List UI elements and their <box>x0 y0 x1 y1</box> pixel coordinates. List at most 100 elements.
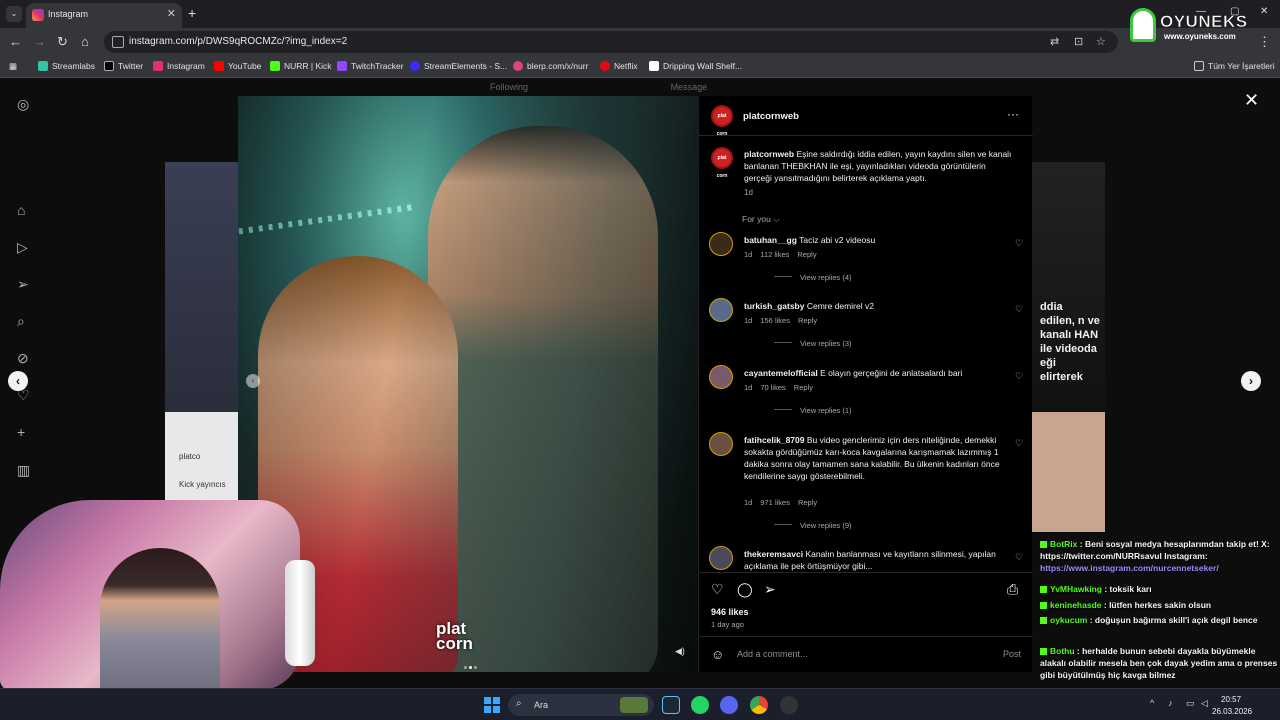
comment-username[interactable]: thekeremsavci <box>744 549 803 559</box>
author-avatar[interactable]: plat corn <box>711 105 733 137</box>
view-replies-button[interactable]: View replies (3) <box>774 339 852 348</box>
comment-avatar[interactable] <box>709 432 733 456</box>
comment-icon[interactable]: ◯ <box>737 581 753 598</box>
bookmark-streamlabs[interactable]: Streamlabs <box>38 61 95 71</box>
translate-icon[interactable]: ⇄ <box>1050 35 1059 48</box>
emoji-icon[interactable]: ☺ <box>711 647 724 662</box>
tray-network-icon[interactable]: ▭ <box>1186 698 1195 709</box>
chat-link[interactable]: https://www.instagram.com/nurcennetseker… <box>1040 563 1219 573</box>
bookmark-dripping-wall-shelf[interactable]: Dripping Wall Shelf... <box>649 61 742 71</box>
comment-reply-button[interactable]: Reply <box>794 383 813 392</box>
taskbar-search[interactable]: ⌕ Ara <box>508 694 654 716</box>
comment-avatar[interactable] <box>709 546 733 570</box>
comment-username[interactable]: cayantemelofficial <box>744 368 818 378</box>
create-nav-icon[interactable]: + <box>17 424 25 440</box>
comment-username[interactable]: batuhan__gg <box>744 235 797 245</box>
save-icon[interactable]: ⎙ <box>1007 581 1018 598</box>
tray-volume-icon[interactable]: ◁ <box>1201 698 1208 709</box>
comment-reply-button[interactable]: Reply <box>797 250 816 259</box>
reels-nav-icon[interactable]: ▷ <box>17 239 28 256</box>
address-bar[interactable]: instagram.com/p/DWS9qROCMZc/?img_index=2… <box>104 31 1118 53</box>
chat-username[interactable]: Bothu <box>1050 646 1075 656</box>
messages-nav-icon[interactable]: ➢ <box>17 276 29 293</box>
bookmark-kick[interactable]: NURR | Kick <box>270 61 332 71</box>
comment-avatar[interactable] <box>709 298 733 322</box>
comment-username[interactable]: turkish_gatsby <box>744 301 804 311</box>
apps-grid-icon[interactable]: ▦ <box>9 61 17 72</box>
chat-username[interactable]: YvMHawking <box>1050 584 1102 594</box>
post-comment-button[interactable]: Post <box>1003 649 1021 659</box>
whatsapp-icon[interactable] <box>691 696 709 714</box>
bookmark-youtube[interactable]: YouTube <box>214 61 261 71</box>
caption-username[interactable]: platcornweb <box>744 149 794 159</box>
comment-input[interactable]: Add a comment... <box>737 649 808 659</box>
likes-count[interactable]: 946 likes <box>711 607 749 617</box>
tray-chevron-icon[interactable]: ^ <box>1150 698 1154 708</box>
more-options-icon[interactable]: ··· <box>1007 107 1019 121</box>
search-nav-icon[interactable]: ⌕ <box>17 313 25 330</box>
tab-close-icon[interactable]: ✕ <box>167 7 176 20</box>
reload-icon[interactable]: ↻ <box>57 34 68 50</box>
site-info-icon[interactable] <box>112 36 124 48</box>
chat-username[interactable]: keninehаsde <box>1050 600 1102 610</box>
author-username[interactable]: platcornweb <box>743 111 799 122</box>
bookmark-streamelements[interactable]: StreamElements - S... <box>410 61 507 71</box>
address-url[interactable]: instagram.com/p/DWS9qROCMZc/?img_index=2 <box>129 36 347 47</box>
window-close-icon[interactable]: ✕ <box>1260 6 1268 17</box>
bookmark-star-icon[interactable]: ☆ <box>1096 35 1106 48</box>
comment-reply-button[interactable]: Reply <box>798 498 817 507</box>
windows-start-icon[interactable] <box>484 697 500 713</box>
home-icon[interactable]: ⌂ <box>81 34 89 50</box>
comment-avatar[interactable] <box>709 232 733 256</box>
comment-like-icon[interactable]: ♡ <box>1015 238 1023 249</box>
tab-search-button[interactable]: ⌄ <box>6 6 22 22</box>
comment-likes[interactable]: 156 likes <box>760 316 790 325</box>
view-replies-button[interactable]: View replies (9) <box>774 521 852 530</box>
bookmark-twitchtracker[interactable]: TwitchTracker <box>337 61 404 71</box>
comment-reply-button[interactable]: Reply <box>798 316 817 325</box>
obs-icon[interactable] <box>780 696 798 714</box>
dashboard-nav-icon[interactable]: ▥ <box>17 462 30 479</box>
bookmark-twitter[interactable]: Twitter <box>104 61 143 71</box>
all-bookmarks[interactable]: Tüm Yer İşaretleri <box>1194 61 1275 71</box>
media-prev-icon[interactable]: ‹ <box>246 374 260 388</box>
chrome-icon[interactable] <box>750 696 768 714</box>
new-tab-button[interactable]: + <box>188 6 196 20</box>
comment-like-icon[interactable]: ♡ <box>1015 552 1023 563</box>
bookmark-netflix[interactable]: Netflix <box>600 61 638 71</box>
forward-icon[interactable]: → <box>33 34 46 50</box>
instagram-logo-icon[interactable]: ◎ <box>17 96 29 113</box>
tray-mic-icon[interactable]: ♪ <box>1168 698 1173 708</box>
comment-like-icon[interactable]: ♡ <box>1015 371 1023 382</box>
browser-menu-icon[interactable]: ⋮ <box>1258 34 1271 50</box>
comment-likes[interactable]: 112 likes <box>760 250 789 259</box>
bookmark-blerp[interactable]: blerp.com/x/nurr <box>513 61 588 71</box>
install-icon[interactable]: ⊡ <box>1074 35 1083 48</box>
next-post-arrow-icon[interactable]: › <box>1241 371 1261 391</box>
chat-username[interactable]: BotRix <box>1050 539 1077 549</box>
comment-likes[interactable]: 70 likes <box>760 383 785 392</box>
comment-avatar[interactable] <box>709 365 733 389</box>
bookmark-instagram[interactable]: Instagram <box>153 61 205 71</box>
prev-post-arrow-icon[interactable]: ‹ <box>8 371 28 391</box>
steam-icon[interactable] <box>662 696 680 714</box>
home-nav-icon[interactable]: ⌂ <box>17 202 25 218</box>
close-post-icon[interactable]: ✕ <box>1244 90 1259 111</box>
explore-nav-icon[interactable]: ⊘ <box>17 350 29 367</box>
share-icon[interactable]: ➢ <box>764 581 776 598</box>
clock-date[interactable]: 26.03.2026 <box>1212 707 1252 716</box>
like-icon[interactable]: ♡ <box>711 581 724 598</box>
tab-instagram[interactable]: Instagram ✕ <box>26 3 182 28</box>
discord-icon[interactable] <box>720 696 738 714</box>
comment-like-icon[interactable]: ♡ <box>1015 304 1023 315</box>
view-replies-button[interactable]: View replies (4) <box>774 273 852 282</box>
caption-avatar[interactable]: plat corn <box>711 147 733 179</box>
chat-username[interactable]: oykucum <box>1050 615 1087 625</box>
comment-likes[interactable]: 971 likes <box>760 498 790 507</box>
comment-like-icon[interactable]: ♡ <box>1015 438 1023 449</box>
view-replies-button[interactable]: View replies (1) <box>774 406 852 415</box>
clock-time[interactable]: 20:57 <box>1221 695 1241 704</box>
mute-icon[interactable]: ◀) <box>675 646 685 657</box>
comment-sort-dropdown[interactable]: For you ⌵ <box>742 214 780 225</box>
comment-username[interactable]: fatihcelik_8709 <box>744 435 804 445</box>
